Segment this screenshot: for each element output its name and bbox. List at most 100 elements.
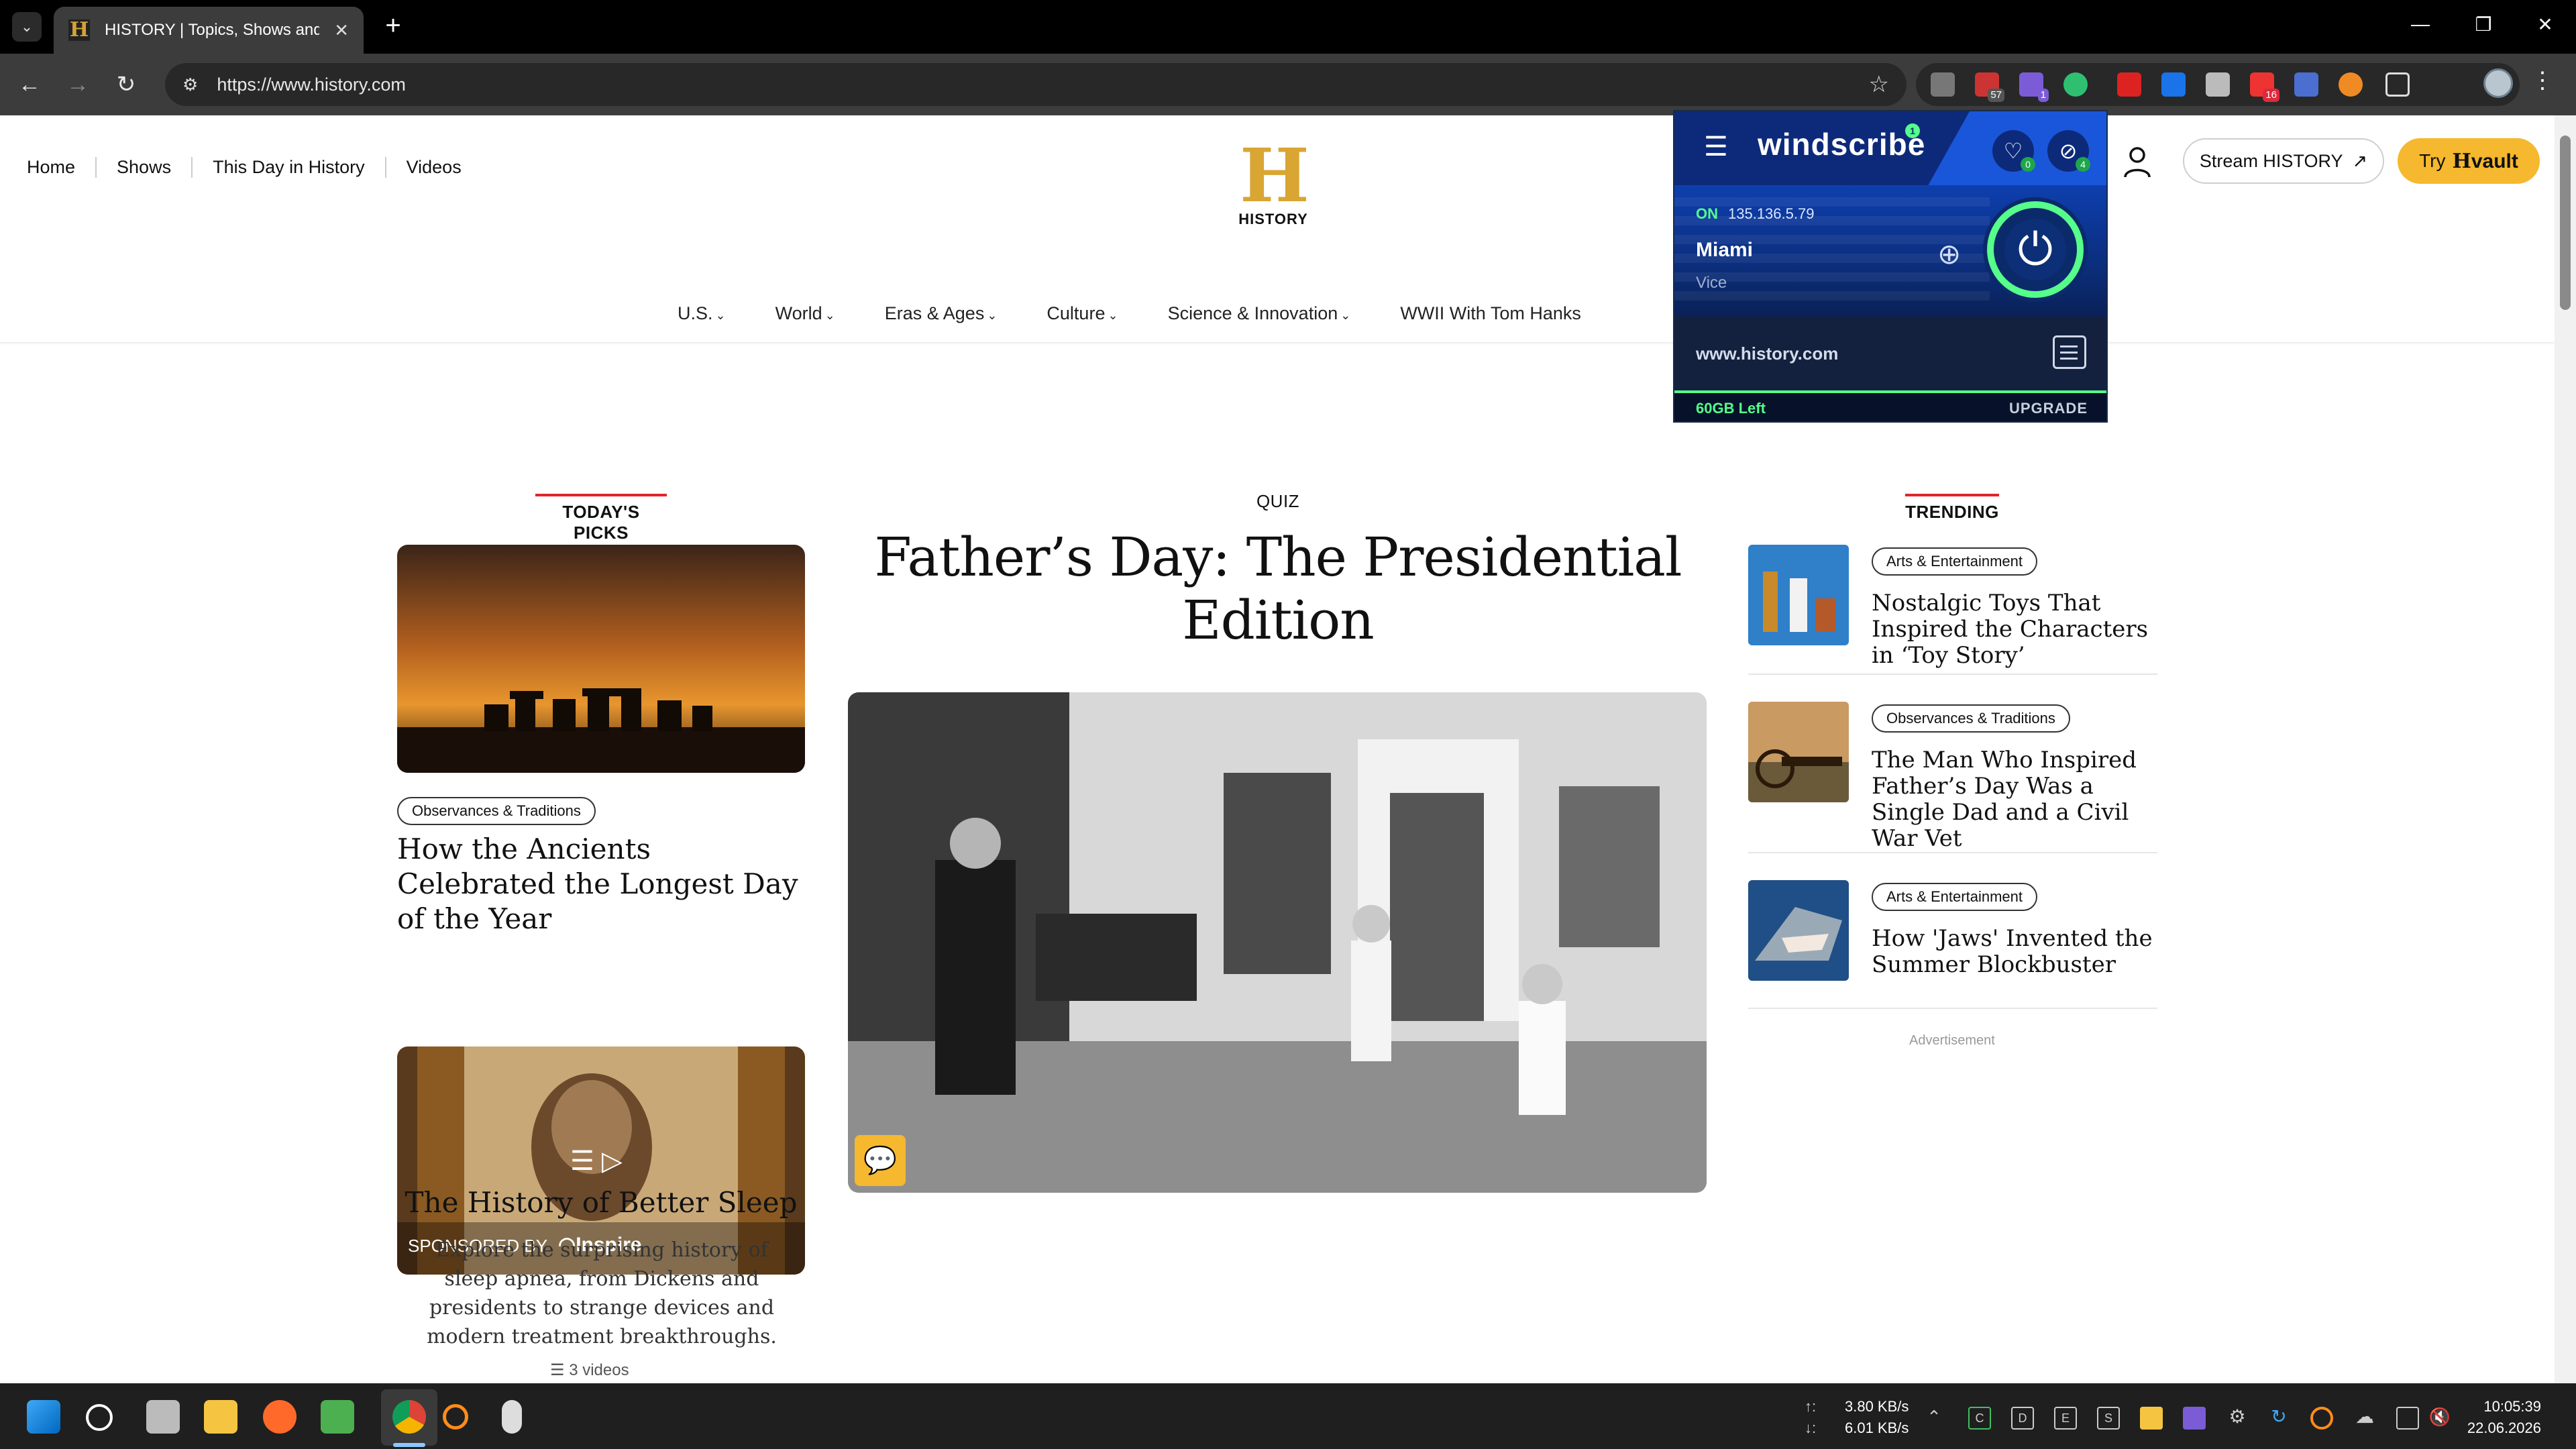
chevron-down-icon: ⌄ xyxy=(1340,309,1351,322)
list-icon: ☰ xyxy=(550,1361,570,1379)
category-nav: U.S. ⌄ World ⌄ Eras & Ages ⌄ Culture ⌄ Scien… xyxy=(678,303,1631,324)
category-world[interactable]: World ⌄ xyxy=(775,303,835,324)
site-rules-icon[interactable] xyxy=(2053,335,2086,369)
upgrade-button[interactable]: UPGRADE xyxy=(2009,400,2088,417)
card-tag[interactable]: Observances & Traditions xyxy=(397,797,596,825)
card-description: Explore the surprising history of sleep … xyxy=(427,1238,777,1348)
nav-videos[interactable]: Videos xyxy=(384,157,482,178)
network-monitor-icon[interactable] xyxy=(2396,1407,2419,1430)
minimize-window-button[interactable]: — xyxy=(2407,13,2434,35)
speaker-muted-icon[interactable]: 🔇 xyxy=(2428,1407,2451,1430)
chrome-icon[interactable] xyxy=(392,1400,426,1434)
tab-title: HISTORY | Topics, Shows and Th xyxy=(105,21,319,39)
globe-icon[interactable]: ⊕ xyxy=(1937,237,1961,270)
sync-icon[interactable]: ↻ xyxy=(2267,1407,2290,1430)
nav-shows[interactable]: Shows xyxy=(95,157,191,178)
card-title-ancients[interactable]: How the Ancients Celebrated the Longest … xyxy=(397,832,813,936)
firefox-icon[interactable] xyxy=(263,1400,297,1434)
history-logo[interactable]: H HISTORY xyxy=(1233,139,1313,228)
trending-tag[interactable]: Observances & Traditions xyxy=(1872,704,2070,733)
trending-title[interactable]: Nostalgic Toys That Inspired the Charact… xyxy=(1872,590,2167,669)
mouse-app-icon[interactable] xyxy=(502,1400,522,1434)
try-label: Try xyxy=(2419,150,2446,171)
extension-mask-icon[interactable] xyxy=(2294,72,2318,97)
nav-this-day[interactable]: This Day in History xyxy=(191,157,385,178)
tray-app-icon[interactable]: C xyxy=(1968,1407,1991,1430)
category-wwii[interactable]: WWII With Tom Hanks xyxy=(1400,303,1581,324)
trending-title[interactable]: How 'Jaws' Invented the Summer Blockbust… xyxy=(1872,926,2167,978)
extension-glasses-icon[interactable] xyxy=(1931,72,1955,97)
trending-tag[interactable]: Arts & Entertainment xyxy=(1872,883,2037,911)
forward-button[interactable]: → xyxy=(63,70,93,99)
scrollbar-thumb[interactable] xyxy=(2560,136,2571,310)
tab-search-button[interactable]: ⌄ xyxy=(12,12,42,42)
new-tab-button[interactable]: + xyxy=(378,11,408,40)
page-scrollbar[interactable] xyxy=(2555,115,2576,1383)
extensions-puzzle-icon[interactable] xyxy=(2385,72,2410,97)
download-arrow-icon: ↓: xyxy=(1805,1419,1817,1436)
search-app-icon[interactable] xyxy=(443,1404,468,1430)
tray-app-icon[interactable]: D xyxy=(2011,1407,2034,1430)
card-title-sleep[interactable]: The History of Better Sleep xyxy=(397,1186,805,1219)
category-eras-ages[interactable]: Eras & Ages ⌄ xyxy=(885,303,998,324)
restore-window-button[interactable]: ❐ xyxy=(2470,13,2497,36)
close-window-button[interactable]: ✕ xyxy=(2532,13,2559,36)
cloud-icon[interactable]: ☁ xyxy=(2353,1407,2376,1430)
extension-bookmark-icon[interactable]: 1 xyxy=(2019,72,2049,102)
nav-home[interactable]: Home xyxy=(27,157,95,178)
tray-search-icon[interactable] xyxy=(2310,1407,2333,1430)
trending-title[interactable]: The Man Who Inspired Father’s Day Was a … xyxy=(1872,747,2167,852)
file-explorer-icon[interactable] xyxy=(204,1400,237,1434)
tray-chevron-up-icon[interactable]: ⌃ xyxy=(1923,1407,1945,1430)
windscribe-extension-icon[interactable] xyxy=(2063,72,2088,97)
notepad-icon[interactable] xyxy=(321,1400,354,1434)
back-button[interactable]: ← xyxy=(15,70,44,99)
extension-stack-icon[interactable] xyxy=(2206,72,2230,97)
tray-folder-icon[interactable] xyxy=(2140,1407,2163,1430)
trending-tag[interactable]: Arts & Entertainment xyxy=(1872,547,2037,576)
power-button[interactable]: ⏻ xyxy=(1987,201,2084,298)
profile-avatar[interactable] xyxy=(2483,68,2513,98)
search-icon[interactable] xyxy=(86,1404,113,1431)
stream-history-button[interactable]: Stream HISTORY ↗ xyxy=(2183,138,2384,184)
extension-folder-icon[interactable]: 16 xyxy=(2250,72,2279,102)
system-clock[interactable]: 10:05:39 22.06.2026 xyxy=(2459,1396,2541,1439)
hamburger-menu-icon[interactable]: ☰ xyxy=(1704,131,1728,162)
extension-drop-icon[interactable] xyxy=(2339,72,2363,97)
site-info-icon[interactable]: ⚙ xyxy=(182,74,198,95)
task-view-icon[interactable] xyxy=(146,1400,180,1434)
bookmark-star-icon[interactable]: ☆ xyxy=(1869,71,1889,98)
try-vault-button[interactable]: Try Hvault xyxy=(2398,138,2540,184)
windscribe-footer: 60GB Left UPGRADE xyxy=(1674,390,2106,421)
location-city[interactable]: Miami xyxy=(1696,239,1753,262)
playlist-play-icon[interactable]: ☰ ▷ xyxy=(570,1146,623,1177)
category-culture[interactable]: Culture ⌄ xyxy=(1046,303,1118,324)
extension-key-icon[interactable] xyxy=(2117,72,2141,97)
tray-app-icon[interactable]: S xyxy=(2097,1407,2120,1430)
reload-button[interactable]: ↻ xyxy=(111,70,141,99)
account-icon[interactable] xyxy=(2123,145,2152,178)
close-tab-icon[interactable]: ✕ xyxy=(334,20,349,41)
url-text[interactable]: https://www.history.com xyxy=(217,74,406,95)
start-windows-icon[interactable] xyxy=(27,1400,60,1434)
tray-app-icon[interactable]: E xyxy=(2054,1407,2077,1430)
civil-war-thumbnail xyxy=(1748,702,1849,802)
extension-person-icon[interactable] xyxy=(2161,72,2186,97)
notification-badge[interactable]: 1 xyxy=(1905,123,1920,138)
tray-grid-icon[interactable] xyxy=(2183,1407,2206,1430)
category-label: U.S. xyxy=(678,303,713,323)
extension-calendar-icon[interactable]: 57 xyxy=(1975,72,2004,102)
label-accent-bar xyxy=(535,494,667,496)
steam-icon[interactable]: ⚙ xyxy=(2226,1407,2249,1430)
stonehenge-image[interactable] xyxy=(397,545,805,773)
blocker-icon[interactable]: ⊘ 4 xyxy=(2047,130,2090,172)
browser-tab-history[interactable]: H HISTORY | Topics, Shows and Th ✕ xyxy=(54,7,364,54)
browser-menu-icon[interactable]: ⋮ xyxy=(2529,67,2556,94)
category-us[interactable]: U.S. ⌄ xyxy=(678,303,726,324)
category-science[interactable]: Science & Innovation ⌄ xyxy=(1168,303,1351,324)
feature-title[interactable]: Father’s Day: The Presidential Edition xyxy=(872,526,1684,652)
power-icon: ⏻ xyxy=(2004,219,2066,280)
favorites-heart-icon[interactable]: ♡ 0 xyxy=(1992,130,2035,172)
feature-image[interactable]: 💬 xyxy=(848,692,1707,1193)
address-bar[interactable]: ⚙ https://www.history.com ☆ xyxy=(165,63,1907,106)
